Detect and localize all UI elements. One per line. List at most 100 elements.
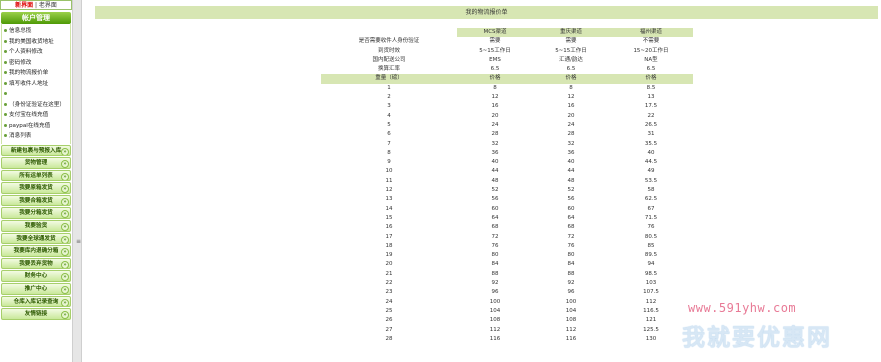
weight-cell: 19 — [385, 252, 393, 259]
account-item[interactable]: 个人资料修改 — [4, 47, 70, 58]
bullet-icon — [4, 29, 7, 32]
price-cell: 94 — [647, 261, 655, 268]
table-row: 14 60 60 67 — [321, 205, 693, 214]
price-cell: 84 — [567, 261, 575, 268]
price-cell: 121 — [645, 317, 657, 324]
account-item[interactable]: paypal在线充值 — [4, 121, 70, 132]
account-item[interactable]: 填写收件人地址 — [4, 79, 70, 90]
weight-cell: 4 — [387, 112, 391, 119]
table-row: 3 16 16 17.5 — [321, 102, 693, 111]
price-cell: 76 — [491, 242, 499, 249]
bullet-icon — [4, 81, 7, 85]
weight-cell: 22 — [385, 280, 393, 287]
table-row: 22 92 92 103 — [321, 279, 693, 288]
expand-arrow-icon: » — [61, 223, 69, 231]
expand-arrow-icon: » — [61, 160, 69, 168]
weight-cell: 9 — [387, 159, 391, 166]
sidebar-menu-button[interactable]: 友情链接 » — [1, 308, 71, 320]
table-row: 7 32 32 35.5 — [321, 140, 693, 149]
price-cell: 68 — [491, 224, 499, 231]
sidebar-menu-button[interactable]: 所有运单列表 » — [1, 169, 71, 182]
info-value: 6.5 — [646, 66, 656, 73]
account-item-label: paypal在线充值 — [9, 122, 51, 129]
sidebar-menu-button[interactable]: 我要分箱发货 » — [1, 207, 71, 220]
price-cell: 96 — [491, 289, 499, 296]
sidebar-menu-button[interactable]: 新建包裹与预报入库» — [1, 144, 71, 157]
account-item-label: 信息总揽 — [9, 28, 32, 34]
price-cell: 112 — [489, 326, 501, 333]
info-label: 换算汇率 — [377, 66, 400, 73]
price-cell: 92 — [567, 280, 575, 287]
header-blank — [321, 28, 457, 38]
price-cell: 56 — [491, 196, 499, 203]
new-interface-link[interactable]: 新界面 — [15, 2, 33, 9]
sidebar-menu-button[interactable]: 货物管理 » — [1, 157, 71, 169]
sidebar-menu-button[interactable]: 我要原箱发货 » — [1, 182, 71, 194]
price-cell: 76 — [647, 224, 655, 231]
table-row: 8 36 36 40 — [321, 149, 693, 158]
info-value: 需要 — [489, 38, 501, 45]
sidebar-splitter[interactable]: ≡ — [72, 0, 82, 362]
price-cell: 103 — [645, 280, 657, 287]
weight-cell: 16 — [385, 224, 393, 231]
price-cell: 100 — [489, 298, 501, 305]
price-cell: 76 — [567, 242, 575, 249]
account-item-label: 密码修改 — [9, 59, 32, 66]
table-row: 21 88 88 98.5 — [321, 270, 693, 279]
sidebar-menu-button[interactable]: 我要库内退确分箱» — [1, 245, 71, 257]
price-cell: 96 — [567, 289, 575, 296]
collapse-arrow-icon[interactable]: ≡ — [76, 238, 81, 245]
sidebar-menu-button[interactable]: 我要验货 » — [1, 220, 71, 232]
table-row: 4 20 20 22 — [321, 112, 693, 121]
sidebar-menu-button[interactable]: 我要丢弃货物 » — [1, 257, 71, 270]
old-interface-link[interactable]: 老界面 — [39, 2, 57, 9]
price-cell: 108 — [565, 317, 577, 324]
sidebar-menu-button[interactable]: 我要合箱发货 » — [1, 194, 71, 207]
account-item-label: 个人资料修改 — [9, 49, 43, 55]
sidebar-menu-label: 我要验货 — [24, 223, 48, 230]
bullet-icon — [4, 50, 7, 53]
price-cell: 112 — [645, 298, 657, 305]
sidebar-menu-button[interactable]: 我要全球通发货 » — [1, 232, 71, 245]
price-cell: 8 — [569, 84, 573, 91]
account-item[interactable]: （身份证验证在这里） — [4, 100, 70, 111]
weight-cell: 27 — [385, 326, 393, 333]
table-row: 9 40 40 44.5 — [321, 158, 693, 167]
price-cell: 64 — [491, 214, 499, 221]
account-item[interactable]: 信息总揽 — [4, 26, 70, 37]
table-row: 13 56 56 62.5 — [321, 195, 693, 204]
info-value: 5~15工作日 — [479, 47, 511, 54]
price-cell: 60 — [567, 205, 575, 212]
bullet-icon — [4, 102, 7, 106]
price-cell: 20 — [567, 112, 575, 119]
table-row: 5 24 24 26.5 — [321, 121, 693, 130]
price-cell: 67 — [647, 205, 655, 212]
account-item[interactable]: 支付宝在线充值 — [4, 110, 70, 121]
sidebar-menu-label: 新建包裹与预报入库 — [10, 147, 62, 154]
table-row: 25 104 104 116.5 — [321, 307, 693, 316]
price-cell: 85 — [647, 242, 655, 249]
channel-header-row: MCS渠道 重庆渠道 福州渠道 — [321, 28, 693, 38]
price-cell: 116 — [565, 335, 577, 342]
info-value: 汇通/韵达 — [559, 56, 583, 63]
account-item[interactable]: 密码修改 — [4, 58, 70, 69]
price-cell: 71.5 — [644, 214, 658, 221]
account-item[interactable]: 我的美国收货地址 — [4, 37, 70, 48]
sidebar-menu-button[interactable]: 仓库入库记录查询» — [1, 295, 71, 308]
price-header: 价格 — [457, 74, 533, 84]
sidebar-menu-button[interactable]: 财务中心 » — [1, 270, 71, 283]
info-row: 换算汇率 6.5 6.5 6.5 — [321, 65, 693, 74]
bullet-icon — [4, 71, 7, 74]
sidebar-menu-button[interactable]: 推广中心 » — [1, 283, 71, 295]
table-row: 24 100 100 112 — [321, 298, 693, 307]
sidebar-menu-label: 我要全球通发货 — [16, 235, 56, 242]
weight-cell: 25 — [385, 307, 393, 314]
channel-name: 福州渠道 — [609, 28, 693, 38]
account-item[interactable]: 我的物流报价单 — [4, 68, 70, 79]
table-row: 2 12 12 13 — [321, 93, 693, 102]
sidebar-menu-label: 我要原箱发货 — [19, 185, 53, 192]
weight-cell: 28 — [385, 335, 393, 342]
account-section-header[interactable]: 帐户管理 — [1, 12, 71, 24]
account-item[interactable]: 消息列表 — [4, 131, 70, 142]
weight-cell: 7 — [387, 140, 391, 147]
